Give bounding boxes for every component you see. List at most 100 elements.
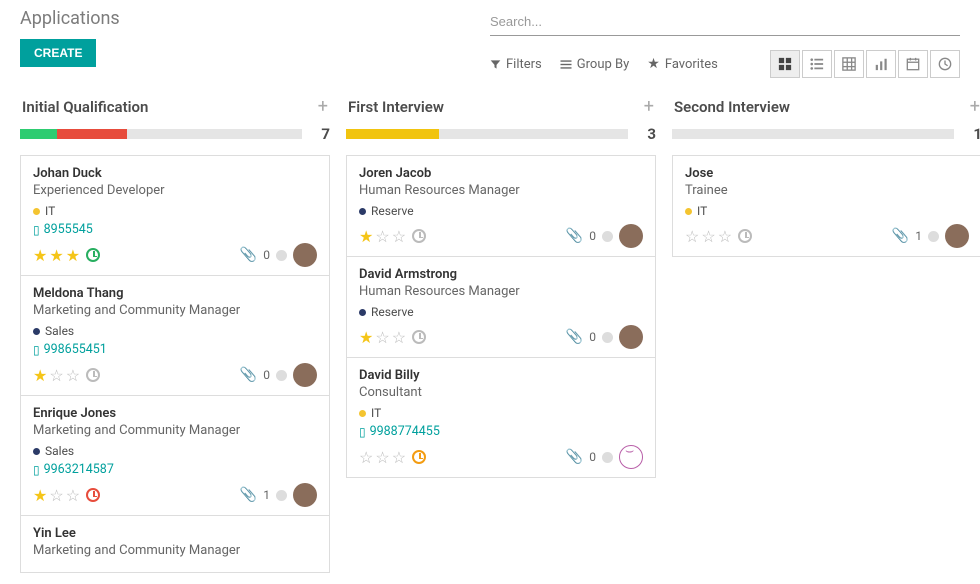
activity-clock-icon[interactable] xyxy=(412,330,426,344)
star-icon[interactable]: ☆ xyxy=(392,328,406,347)
filters-button[interactable]: Filters xyxy=(490,56,542,72)
attachment-count: 0 xyxy=(263,248,270,262)
column-title[interactable]: Initial Qualification xyxy=(22,98,148,116)
status-dot-icon[interactable] xyxy=(602,332,613,343)
attachment-count: 1 xyxy=(915,229,922,243)
card-stars[interactable]: ☆☆☆ xyxy=(359,448,426,467)
search-input[interactable] xyxy=(490,8,960,36)
column-count: 3 xyxy=(638,125,656,143)
paperclip-icon[interactable]: 📎 xyxy=(240,367,257,383)
activity-clock-icon[interactable] xyxy=(738,229,752,243)
activity-clock-icon[interactable] xyxy=(86,488,100,502)
card-stars[interactable]: ★★★ xyxy=(33,246,100,265)
paperclip-icon[interactable]: 📎 xyxy=(566,329,583,345)
star-icon[interactable]: ☆ xyxy=(66,366,80,385)
avatar[interactable] xyxy=(945,224,969,248)
column-title[interactable]: First Interview xyxy=(348,98,444,116)
star-icon[interactable]: ☆ xyxy=(375,448,389,467)
activity-clock-icon[interactable] xyxy=(412,450,426,464)
paperclip-icon[interactable]: 📎 xyxy=(566,228,583,244)
star-icon[interactable]: ★ xyxy=(359,328,373,347)
avatar[interactable] xyxy=(293,363,317,387)
star-icon[interactable]: ☆ xyxy=(701,227,715,246)
card-job: Marketing and Community Manager xyxy=(33,543,317,558)
activity-clock-icon[interactable] xyxy=(86,368,100,382)
kanban-card[interactable]: Enrique Jones Marketing and Community Ma… xyxy=(20,395,330,516)
paperclip-icon[interactable]: 📎 xyxy=(240,487,257,503)
avatar[interactable] xyxy=(619,445,643,469)
card-tag: Sales xyxy=(33,324,317,338)
avatar[interactable] xyxy=(293,483,317,507)
star-icon[interactable]: ★ xyxy=(33,246,47,265)
star-icon[interactable]: ☆ xyxy=(359,448,373,467)
column-title[interactable]: Second Interview xyxy=(674,98,790,116)
card-phone[interactable]: ▯9988774455 xyxy=(359,424,643,439)
view-list-button[interactable] xyxy=(802,50,832,78)
phone-number: 9988774455 xyxy=(370,424,440,439)
view-kanban-button[interactable] xyxy=(770,50,800,78)
activity-clock-icon[interactable] xyxy=(412,229,426,243)
paperclip-icon[interactable]: 📎 xyxy=(892,228,909,244)
star-icon[interactable]: ☆ xyxy=(718,227,732,246)
attachment-count: 1 xyxy=(263,488,270,502)
star-icon[interactable]: ★ xyxy=(359,227,373,246)
star-icon[interactable]: ☆ xyxy=(66,486,80,505)
card-job: Trainee xyxy=(685,183,969,198)
card-stars[interactable]: ★☆☆ xyxy=(33,486,100,505)
activity-clock-icon[interactable] xyxy=(86,248,100,262)
star-icon[interactable]: ☆ xyxy=(49,486,63,505)
star-icon[interactable]: ★ xyxy=(33,366,47,385)
card-name: David Armstrong xyxy=(359,267,643,282)
status-dot-icon[interactable] xyxy=(276,370,287,381)
status-dot-icon[interactable] xyxy=(928,231,939,242)
kanban-card[interactable]: Yin Lee Marketing and Community Manager xyxy=(20,515,330,573)
view-graph-button[interactable] xyxy=(866,50,896,78)
clock-icon xyxy=(938,57,952,71)
star-icon: ★ xyxy=(647,56,660,72)
kanban-card[interactable]: Meldona Thang Marketing and Community Ma… xyxy=(20,275,330,396)
star-icon[interactable]: ☆ xyxy=(375,227,389,246)
star-icon[interactable]: ☆ xyxy=(392,227,406,246)
star-icon[interactable]: ★ xyxy=(33,486,47,505)
kanban-card[interactable]: Jose Trainee IT ☆☆☆ 📎 1 xyxy=(672,155,980,257)
favorites-button[interactable]: ★ Favorites xyxy=(647,56,718,72)
card-phone[interactable]: ▯8955545 xyxy=(33,222,317,237)
create-button[interactable]: CREATE xyxy=(20,39,96,67)
card-stars[interactable]: ★☆☆ xyxy=(359,328,426,347)
card-stars[interactable]: ☆☆☆ xyxy=(685,227,752,246)
card-stars[interactable]: ★☆☆ xyxy=(33,366,100,385)
status-dot-icon[interactable] xyxy=(276,490,287,501)
status-dot-icon[interactable] xyxy=(276,250,287,261)
card-phone[interactable]: ▯9963214587 xyxy=(33,462,317,477)
star-icon[interactable]: ★ xyxy=(66,246,80,265)
avatar[interactable] xyxy=(619,224,643,248)
attachment-count: 0 xyxy=(589,330,596,344)
view-calendar-button[interactable] xyxy=(898,50,928,78)
column-add-button[interactable]: + xyxy=(644,96,654,117)
avatar[interactable] xyxy=(619,325,643,349)
filters-label: Filters xyxy=(506,57,542,72)
status-dot-icon[interactable] xyxy=(602,452,613,463)
kanban-card[interactable]: Joren Jacob Human Resources Manager Rese… xyxy=(346,155,656,257)
tag-dot-icon xyxy=(685,208,692,215)
tag-dot-icon xyxy=(359,208,366,215)
star-icon[interactable]: ★ xyxy=(49,246,63,265)
star-icon[interactable]: ☆ xyxy=(49,366,63,385)
avatar[interactable] xyxy=(293,243,317,267)
column-add-button[interactable]: + xyxy=(970,96,980,117)
card-stars[interactable]: ★☆☆ xyxy=(359,227,426,246)
star-icon[interactable]: ☆ xyxy=(375,328,389,347)
kanban-card[interactable]: David Armstrong Human Resources Manager … xyxy=(346,256,656,358)
groupby-button[interactable]: Group By xyxy=(560,56,630,72)
star-icon[interactable]: ☆ xyxy=(392,448,406,467)
view-pivot-button[interactable] xyxy=(834,50,864,78)
status-dot-icon[interactable] xyxy=(602,231,613,242)
kanban-card[interactable]: David Billy Consultant IT▯9988774455 ☆☆☆… xyxy=(346,357,656,478)
card-phone[interactable]: ▯998655451 xyxy=(33,342,317,357)
column-add-button[interactable]: + xyxy=(318,96,328,117)
kanban-card[interactable]: Johan Duck Experienced Developer IT▯8955… xyxy=(20,155,330,276)
paperclip-icon[interactable]: 📎 xyxy=(240,247,257,263)
star-icon[interactable]: ☆ xyxy=(685,227,699,246)
view-activity-button[interactable] xyxy=(930,50,960,78)
paperclip-icon[interactable]: 📎 xyxy=(566,449,583,465)
